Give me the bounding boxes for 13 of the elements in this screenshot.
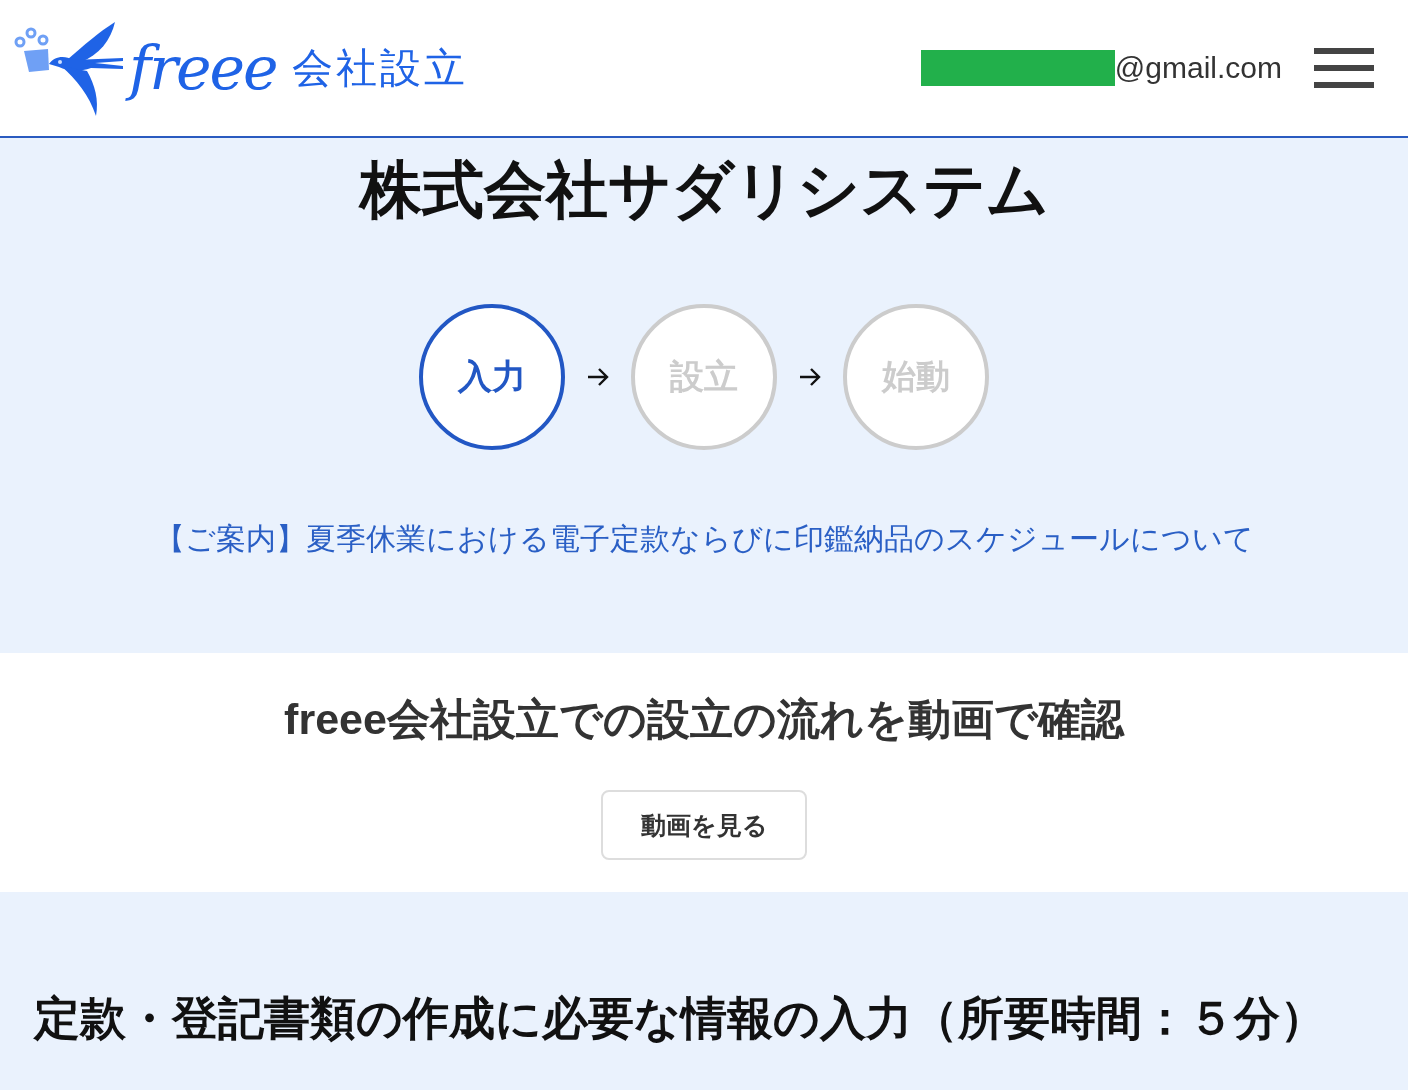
arrow-icon [587,367,609,387]
product-name: 会社設立 [292,44,469,93]
watch-video-button[interactable]: 動画を見る [601,790,807,860]
video-heading: freee会社設立での設立の流れを動画で確認 [284,694,1124,745]
company-name: 株式会社サダリシステム [359,154,1049,226]
account-email: @gmail.com [1114,50,1282,86]
step-indicator: 入力 [419,304,565,450]
input-section-heading: 定款・登記書類の作成に必要な情報の入力（所要時間：５分） [34,991,1327,1046]
notice-link[interactable]: 【ご案内】夏季休業における電子定款ならびに印鑑納品のスケジュールについて [154,520,1254,558]
bird-logo-icon [12,19,125,117]
menu-button[interactable] [1314,48,1374,88]
arrow-icon [799,367,821,387]
menu-icon [1314,48,1374,88]
